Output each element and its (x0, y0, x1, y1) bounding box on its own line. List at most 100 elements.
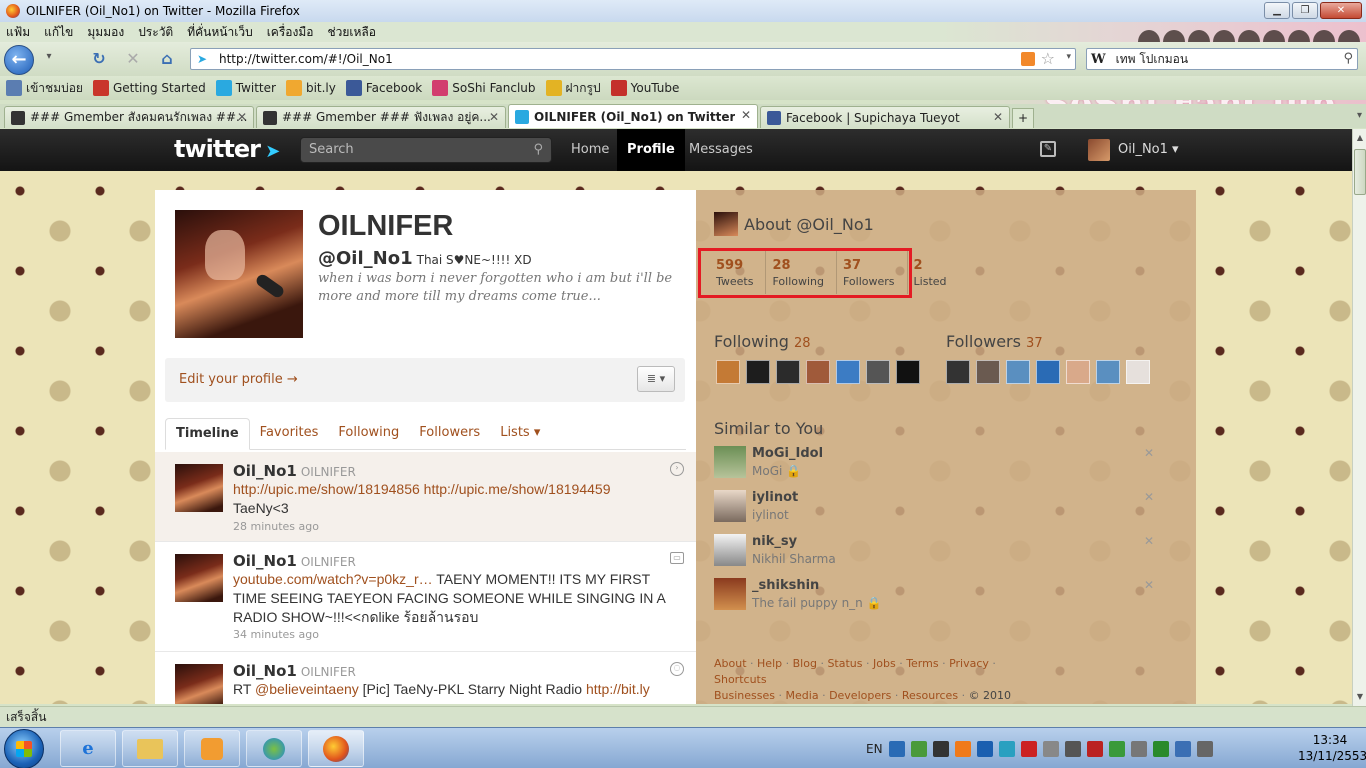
browser-tab[interactable]: ### Gmember ### ฟังเพลง อยู่ค... ✕ (256, 106, 506, 128)
tweet-time[interactable]: 34 minutes ago (233, 628, 319, 641)
scroll-thumb[interactable] (1354, 149, 1366, 195)
close-button[interactable]: ✕ (1320, 2, 1362, 19)
avatar[interactable] (866, 360, 890, 384)
tray-app-icon[interactable] (932, 740, 949, 757)
tab-followers[interactable]: Followers (409, 418, 490, 450)
avatar[interactable] (714, 490, 746, 522)
menu-bookmarks[interactable]: ที่คั่นหน้าเว็บ (187, 23, 252, 42)
profile-actions-button[interactable]: ≣ ▾ (637, 366, 675, 392)
tray-app-icon[interactable] (954, 740, 971, 757)
maximize-button[interactable]: ❐ (1292, 2, 1318, 19)
menu-tools[interactable]: เครื่องมือ (267, 23, 314, 42)
tray-app-icon[interactable] (1064, 740, 1081, 757)
start-button[interactable] (4, 729, 44, 768)
menu-view[interactable]: มุมมอง (87, 23, 124, 42)
tweet-item[interactable]: Oil_No1 OILNIFER http://upic.me/show/1819… (155, 452, 696, 542)
footer-link[interactable]: Businesses (714, 689, 775, 702)
tray-app-icon[interactable] (1152, 740, 1169, 757)
bookmark-item[interactable]: Getting Started (92, 80, 206, 96)
messenger-icon[interactable] (246, 730, 302, 767)
browser-tab[interactable]: Facebook | Supichaya Tueyot ✕ (760, 106, 1010, 128)
twitter-logo[interactable]: twitter ➤ (174, 135, 280, 163)
explorer-folder-icon[interactable] (122, 730, 178, 767)
tab-list-dropdown-icon[interactable]: ▾ (1357, 110, 1362, 121)
footer-link[interactable]: Jobs (873, 657, 896, 670)
avatar[interactable] (714, 534, 746, 566)
following-heading[interactable]: Following 28 (714, 332, 811, 351)
account-menu[interactable]: Oil_No1 ▾ (1088, 129, 1179, 171)
nav-profile[interactable]: Profile (617, 129, 685, 171)
bookmark-item[interactable]: YouTube (610, 80, 679, 96)
compose-tweet-icon[interactable]: ✎ (1040, 141, 1056, 157)
avatar[interactable] (946, 360, 970, 384)
minimize-button[interactable]: ▁ (1264, 2, 1290, 19)
tray-app-icon[interactable] (976, 740, 993, 757)
page-scrollbar[interactable]: ▲ ▼ (1352, 129, 1366, 706)
url-dropdown-icon[interactable]: ▾ (1066, 52, 1071, 62)
reply-bubble-icon[interactable]: ◌ (670, 662, 684, 676)
tweet-avatar[interactable] (175, 664, 223, 704)
avatar[interactable] (1066, 360, 1090, 384)
tweet-avatar[interactable] (175, 554, 223, 602)
browser-tab-active[interactable]: OILNIFER (Oil_No1) on Twitter ✕ (508, 104, 758, 128)
tweet-mention[interactable]: @believeintaeny (255, 681, 359, 697)
footer-link[interactable]: Shortcuts (714, 673, 767, 686)
nav-home[interactable]: Home (561, 129, 619, 171)
taskbar-clock[interactable]: 13:34 13/11/2553 (1298, 732, 1366, 764)
tab-lists[interactable]: Lists ▾ (490, 418, 550, 450)
footer-link[interactable]: About (714, 657, 747, 670)
search-icon[interactable]: ⚲ (1343, 51, 1353, 66)
tray-app-icon[interactable] (1130, 740, 1147, 757)
bookmark-star-icon[interactable]: ☆ (1041, 49, 1055, 68)
expand-icon[interactable]: › (670, 462, 684, 476)
language-indicator[interactable]: EN (866, 742, 883, 756)
search-icon[interactable]: ⚲ (533, 138, 543, 162)
scroll-up-icon[interactable]: ▲ (1354, 131, 1366, 145)
tab-favorites[interactable]: Favorites (250, 418, 329, 450)
footer-link[interactable]: Status (827, 657, 862, 670)
avatar[interactable] (714, 578, 746, 610)
tweet-time[interactable]: 28 minutes ago (233, 520, 319, 533)
menu-edit[interactable]: แก้ไข (44, 23, 73, 42)
menu-history[interactable]: ประวัติ (138, 23, 173, 42)
media-player-icon[interactable] (184, 730, 240, 767)
avatar[interactable] (896, 360, 920, 384)
browser-tab[interactable]: ### Gmember สังคมคนรักเพลง ##... ✕ (4, 106, 254, 128)
tab-close-icon[interactable]: ✕ (489, 110, 499, 124)
avatar[interactable] (806, 360, 830, 384)
avatar[interactable] (714, 446, 746, 478)
bluetooth-icon[interactable] (888, 740, 905, 757)
footer-link[interactable]: Terms (906, 657, 938, 670)
tray-app-icon[interactable] (1108, 740, 1125, 757)
ie-icon[interactable]: e (60, 730, 116, 767)
dismiss-icon[interactable]: ✕ (1144, 534, 1154, 548)
tray-app-icon[interactable] (1042, 740, 1059, 757)
avatar[interactable] (976, 360, 1000, 384)
tab-timeline[interactable]: Timeline (165, 418, 250, 450)
tray-app-icon[interactable] (1020, 740, 1037, 757)
similar-user[interactable]: iylinot iylinot ✕ (714, 490, 1174, 530)
stop-icon[interactable]: ✕ (122, 49, 144, 69)
bookmark-item[interactable]: เข้าชมบ่อย (6, 79, 83, 98)
avatar[interactable] (1126, 360, 1150, 384)
tab-close-icon[interactable]: ✕ (993, 110, 1003, 124)
footer-link[interactable]: Help (757, 657, 782, 670)
bookmark-item[interactable]: Twitter (215, 80, 276, 96)
address-bar[interactable]: ➤ http://twitter.com/#!/Oil_No1 ☆ ▾ (190, 48, 1076, 70)
footer-link[interactable]: Privacy (949, 657, 989, 670)
tweet-item[interactable]: Oil_No1 OILNIFER youtube.com/watch?v=p0kz… (155, 542, 696, 652)
home-icon[interactable]: ⌂ (156, 49, 178, 69)
profile-avatar[interactable] (175, 210, 303, 338)
footer-link[interactable]: Media (786, 689, 819, 702)
new-tab-button[interactable]: + (1012, 108, 1034, 128)
avatar[interactable] (746, 360, 770, 384)
rss-icon[interactable] (1021, 52, 1035, 66)
stat-listed[interactable]: 2 Listed (908, 250, 959, 294)
nav-messages[interactable]: Messages (679, 129, 763, 171)
tweet-link[interactable]: http://bit.ly (586, 681, 650, 697)
address-url[interactable]: http://twitter.com/#!/Oil_No1 (219, 52, 393, 66)
media-icon[interactable]: ▭ (670, 552, 684, 564)
avatar[interactable] (836, 360, 860, 384)
avatar[interactable] (776, 360, 800, 384)
avatar[interactable] (1006, 360, 1030, 384)
